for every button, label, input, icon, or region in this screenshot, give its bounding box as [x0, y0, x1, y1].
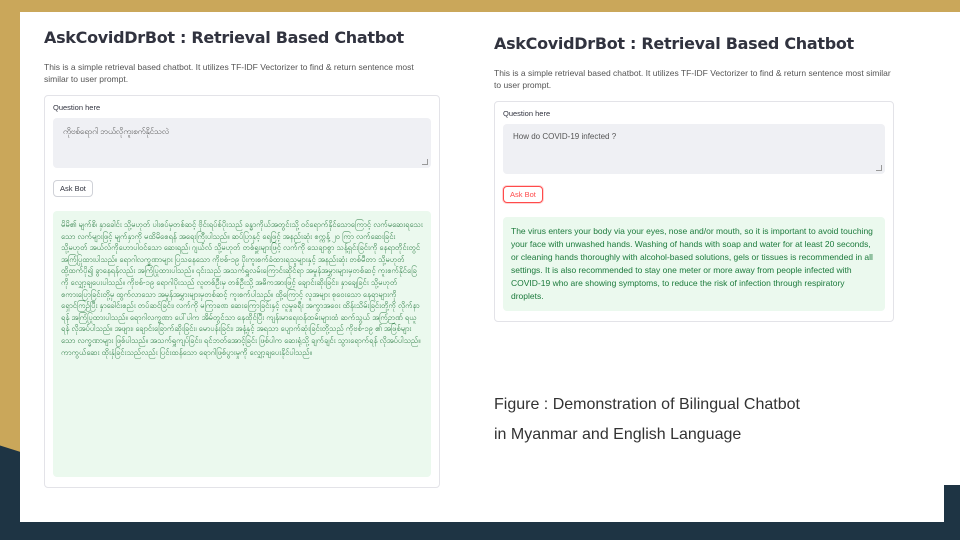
question-value: ကိုဗစ်ရောဂါ ဘယ်လိုကူးစက်နိုင်သလဲ	[63, 127, 170, 136]
question-input[interactable]: How do COVID-19 infected ?	[503, 124, 885, 174]
resize-grip-icon[interactable]	[422, 159, 428, 165]
app-title: AskCovidDrBot : Retrieval Based Chatbot	[44, 28, 404, 47]
answer-box: The virus enters your body via your eyes…	[503, 217, 885, 311]
caption-line-2: in Myanmar and English Language	[494, 426, 742, 443]
question-form: Question here ကိုဗစ်ရောဂါ ဘယ်လိုကူးစက်နိ…	[44, 95, 440, 488]
slide: AskCovidDrBot : Retrieval Based Chatbot …	[20, 12, 944, 522]
ask-bot-button[interactable]: Ask Bot	[53, 180, 93, 197]
question-label: Question here	[503, 109, 551, 118]
app-title: AskCovidDrBot : Retrieval Based Chatbot	[494, 34, 854, 53]
app-description: This is a simple retrieval based chatbot…	[494, 68, 891, 90]
caption-line-1: Figure : Demonstration of Bilingual Chat…	[494, 396, 800, 413]
ask-bot-button[interactable]: Ask Bot	[503, 186, 543, 203]
answer-box: မိမိ၏ မျက်စိ၊ နှာခေါင်း သို့မဟုတ် ပါးစပ်…	[53, 211, 431, 477]
figure-caption: Figure : Demonstration of Bilingual Chat…	[494, 390, 894, 450]
resize-grip-icon[interactable]	[876, 165, 882, 171]
question-value: How do COVID-19 infected ?	[513, 132, 617, 141]
english-chatbot-panel: AskCovidDrBot : Retrieval Based Chatbot …	[494, 34, 894, 364]
slide-top-bar	[0, 0, 960, 12]
question-label: Question here	[53, 103, 101, 112]
myanmar-chatbot-panel: AskCovidDrBot : Retrieval Based Chatbot …	[44, 28, 440, 498]
question-input[interactable]: ကိုဗစ်ရောဂါ ဘယ်လိုကူးစက်နိုင်သလဲ	[53, 118, 431, 168]
app-description: This is a simple retrieval based chatbot…	[44, 62, 414, 84]
question-form: Question here How do COVID-19 infected ?…	[494, 101, 894, 322]
